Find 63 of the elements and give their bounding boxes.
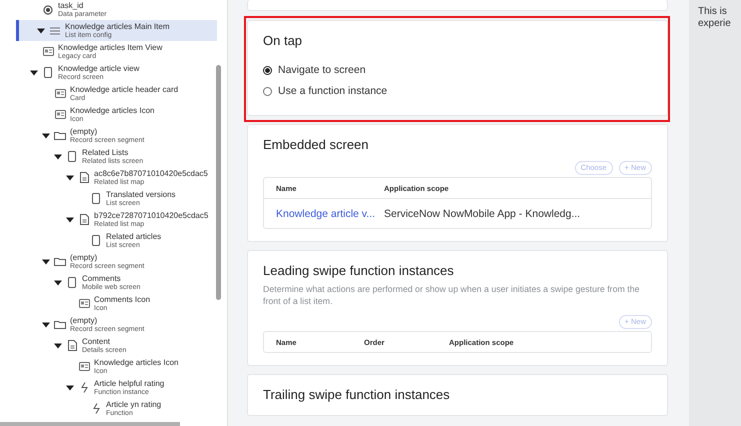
caret-icon[interactable] — [30, 68, 38, 76]
tree-item-label[interactable]: Related Lists — [82, 148, 144, 156]
caret-icon[interactable] — [66, 216, 74, 224]
document-icon — [68, 340, 76, 351]
horizontal-scrollbar[interactable] — [0, 422, 180, 426]
tree-item-label[interactable]: Knowledge article view — [58, 64, 140, 72]
function-icon — [80, 382, 88, 393]
phone-icon — [68, 151, 76, 162]
tree-item-label[interactable]: Related articles — [106, 232, 162, 240]
tree-item-label[interactable]: (empty) — [70, 128, 144, 136]
document-icon — [80, 172, 88, 183]
tree-item-label[interactable]: Comments — [82, 274, 140, 282]
card-icon — [78, 299, 90, 308]
caret-icon[interactable] — [42, 320, 50, 328]
tree-item-label[interactable]: ac8c6e7b87071010420e5cdac5 — [94, 170, 208, 178]
phone-icon — [92, 235, 100, 246]
section-description: Determine what actions are performed or show up when a user initiates a swipe gesture from the front of a list item. — [263, 283, 640, 307]
section-title: Embedded screen — [263, 137, 370, 153]
section-title: On tap — [263, 33, 304, 49]
folder-icon — [54, 131, 66, 140]
card-icon — [42, 47, 54, 56]
card-icon — [54, 89, 66, 98]
tree-item-label[interactable]: Knowledge articles Item View — [58, 44, 162, 52]
section-title: Trailing swipe function instances — [263, 387, 451, 403]
tree-item-label[interactable]: (empty) — [70, 254, 144, 262]
side-panel-text: experie — [698, 18, 732, 30]
vertical-scrollbar[interactable] — [216, 65, 221, 300]
phone-icon — [44, 67, 52, 78]
tree-item-label[interactable]: task_id — [58, 2, 107, 10]
caret-icon[interactable] — [42, 132, 50, 140]
tree-item-label[interactable]: Content — [82, 338, 126, 346]
document-icon — [80, 214, 88, 225]
caret-icon[interactable] — [66, 174, 74, 182]
folder-icon — [54, 257, 66, 266]
list-icon — [50, 26, 60, 34]
radio-dot-icon — [43, 4, 53, 14]
tree-item-label[interactable]: Article helpful rating — [94, 380, 164, 388]
tree-item-label[interactable]: Knowledge article header card — [70, 86, 178, 94]
section-title: Leading swipe function instances — [263, 263, 455, 279]
radio-option[interactable]: Use a function instance — [263, 83, 388, 99]
caret-icon[interactable] — [54, 278, 62, 286]
tree-item-label[interactable]: Translated versions — [106, 190, 176, 198]
table-link[interactable]: Knowledge article v... — [276, 208, 384, 220]
tree-item-label[interactable]: Article yn rating — [106, 400, 162, 408]
tree-item-label[interactable]: b792ce7287071010420e5cdac5 — [94, 212, 208, 220]
table-cell-text: ServiceNow NowMobile App - Knowledg... — [384, 208, 582, 220]
caret-icon[interactable] — [42, 258, 50, 266]
phone-icon — [68, 277, 76, 288]
radio-option[interactable]: Navigate to screen — [263, 62, 366, 78]
tree-item-label[interactable]: Knowledge articles Icon — [94, 358, 178, 366]
card-icon — [54, 110, 66, 119]
side-panel-text: This is — [698, 6, 728, 18]
function-icon — [92, 403, 100, 414]
caret-icon[interactable] — [36, 26, 44, 34]
caret-icon[interactable] — [54, 152, 62, 160]
phone-icon — [92, 193, 100, 204]
folder-icon — [54, 320, 66, 329]
caret-icon[interactable] — [66, 384, 74, 392]
tree-item-label[interactable]: Knowledge articles Icon — [70, 106, 154, 114]
tree-item-label[interactable]: (empty) — [70, 316, 144, 324]
tree-item-label[interactable]: Comments Icon — [94, 296, 150, 304]
caret-icon[interactable] — [54, 342, 62, 350]
card-icon — [78, 362, 90, 371]
